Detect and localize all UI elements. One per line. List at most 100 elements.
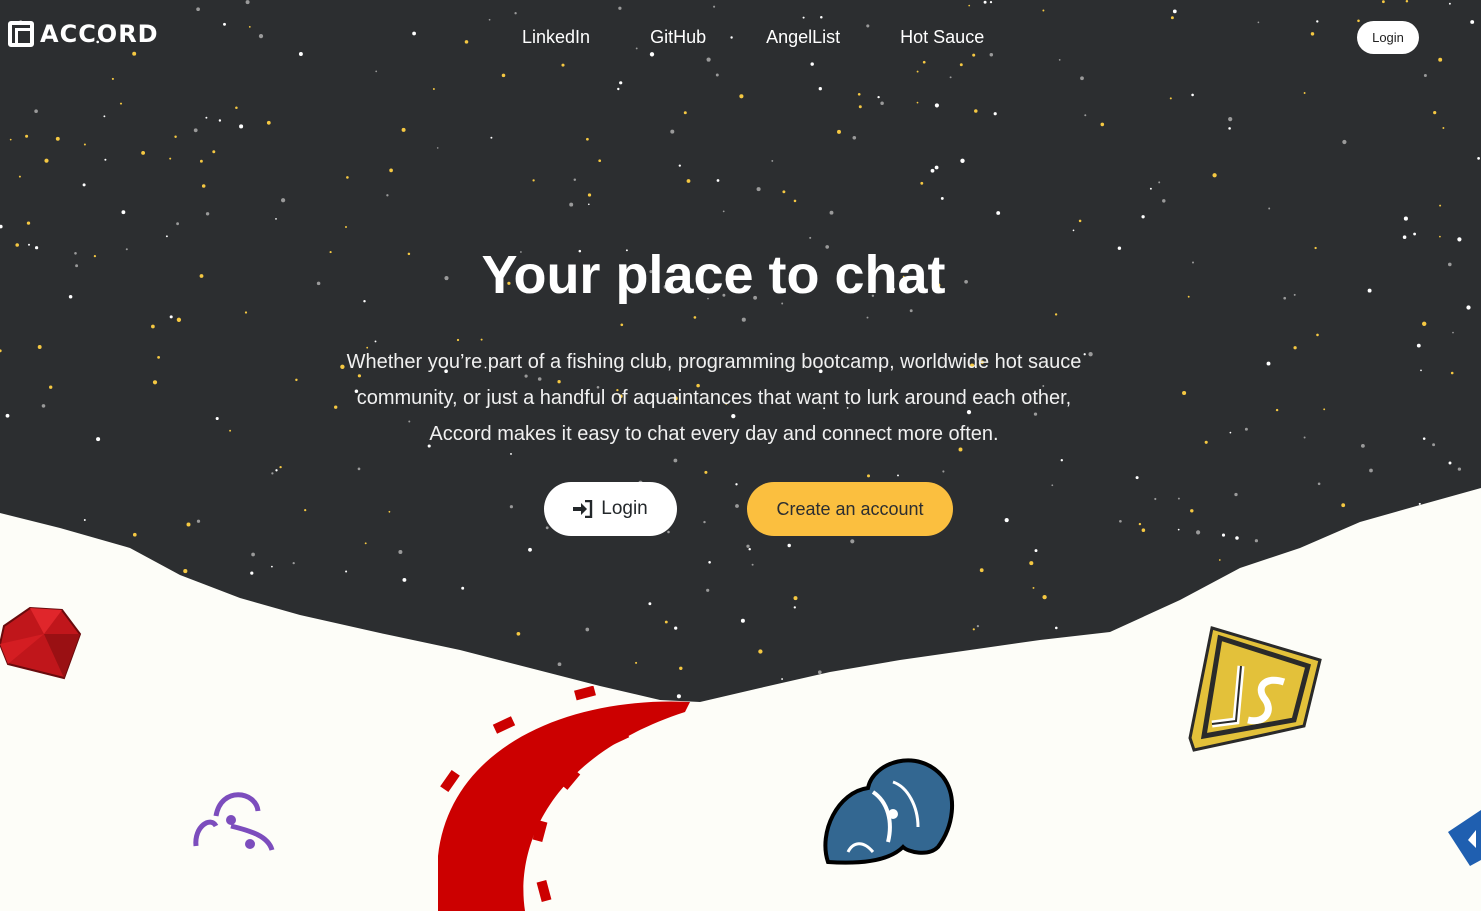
star bbox=[1290, 591, 1294, 595]
nav-link-angellist[interactable]: AngelList bbox=[766, 27, 840, 48]
star bbox=[1317, 482, 1321, 486]
star bbox=[588, 203, 590, 206]
star bbox=[251, 708, 254, 711]
star bbox=[545, 526, 549, 530]
star bbox=[244, 311, 248, 314]
accord-logo-icon bbox=[8, 21, 34, 47]
star bbox=[1234, 492, 1238, 497]
star bbox=[26, 221, 31, 225]
star bbox=[781, 678, 784, 680]
nav-login-button[interactable]: Login bbox=[1357, 21, 1419, 54]
star bbox=[386, 194, 389, 197]
star bbox=[993, 112, 997, 116]
star bbox=[1413, 232, 1417, 236]
star bbox=[215, 416, 219, 421]
star bbox=[406, 668, 410, 672]
star bbox=[1316, 333, 1319, 337]
star bbox=[1442, 127, 1445, 129]
star bbox=[1254, 539, 1258, 543]
star bbox=[857, 92, 861, 96]
star bbox=[271, 472, 274, 475]
star bbox=[1439, 235, 1441, 238]
star bbox=[83, 143, 86, 146]
star bbox=[1154, 497, 1157, 501]
star bbox=[1055, 626, 1058, 630]
star bbox=[920, 181, 924, 185]
star bbox=[1158, 181, 1161, 184]
star bbox=[111, 77, 114, 80]
star bbox=[976, 624, 980, 628]
nav-link-linkedin[interactable]: LinkedIn bbox=[522, 27, 590, 48]
star bbox=[176, 317, 182, 322]
star bbox=[509, 505, 513, 509]
star bbox=[903, 663, 906, 666]
hero-background bbox=[0, 0, 1481, 711]
star bbox=[5, 413, 10, 418]
star bbox=[741, 317, 746, 322]
star bbox=[250, 571, 254, 575]
star bbox=[771, 159, 774, 162]
star bbox=[708, 561, 711, 564]
star bbox=[1416, 343, 1421, 348]
star bbox=[1149, 187, 1152, 190]
star bbox=[972, 628, 975, 631]
star bbox=[1450, 371, 1454, 375]
star bbox=[1141, 215, 1145, 219]
star bbox=[852, 136, 857, 140]
star bbox=[432, 88, 435, 90]
brand-logo[interactable]: ACCORD bbox=[8, 20, 159, 48]
star bbox=[716, 179, 720, 182]
hero-login-button[interactable]: Login bbox=[544, 482, 677, 536]
star bbox=[674, 626, 678, 630]
star bbox=[758, 649, 763, 654]
star bbox=[1303, 436, 1306, 439]
star bbox=[573, 178, 577, 182]
star bbox=[586, 137, 589, 141]
star bbox=[1029, 561, 1034, 566]
create-account-button[interactable]: Create an account bbox=[747, 482, 953, 536]
star bbox=[1162, 199, 1166, 203]
star bbox=[850, 539, 855, 544]
star bbox=[635, 661, 638, 664]
nav-link-github[interactable]: GitHub bbox=[650, 27, 706, 48]
star bbox=[793, 199, 797, 203]
star bbox=[61, 564, 67, 570]
star bbox=[480, 338, 483, 341]
star bbox=[237, 664, 242, 669]
star bbox=[1422, 437, 1426, 440]
star bbox=[295, 378, 298, 382]
star bbox=[201, 184, 206, 188]
star bbox=[132, 532, 137, 537]
star bbox=[1085, 669, 1088, 672]
star bbox=[678, 164, 681, 167]
star bbox=[1452, 331, 1454, 334]
star bbox=[1345, 541, 1348, 544]
star bbox=[251, 552, 255, 557]
star bbox=[279, 465, 282, 469]
nav-link-hot-sauce[interactable]: Hot Sauce bbox=[900, 27, 984, 48]
star bbox=[205, 212, 210, 216]
star bbox=[183, 569, 188, 574]
star bbox=[756, 187, 761, 192]
star bbox=[4, 703, 7, 706]
star bbox=[199, 159, 203, 163]
star bbox=[345, 570, 348, 573]
star bbox=[34, 109, 38, 113]
star bbox=[183, 662, 187, 666]
star bbox=[9, 138, 12, 141]
sign-in-icon bbox=[573, 500, 593, 518]
star bbox=[619, 81, 623, 85]
star bbox=[909, 309, 913, 313]
star bbox=[670, 129, 675, 134]
star bbox=[157, 356, 160, 359]
star bbox=[949, 76, 952, 79]
star bbox=[880, 101, 884, 105]
star bbox=[1467, 672, 1471, 676]
star bbox=[25, 134, 29, 138]
star bbox=[388, 510, 391, 513]
hero-title: Your place to chat bbox=[481, 245, 946, 305]
star bbox=[1446, 707, 1448, 709]
jquery-icon bbox=[1448, 810, 1481, 866]
star bbox=[1004, 518, 1009, 523]
star bbox=[916, 101, 919, 104]
